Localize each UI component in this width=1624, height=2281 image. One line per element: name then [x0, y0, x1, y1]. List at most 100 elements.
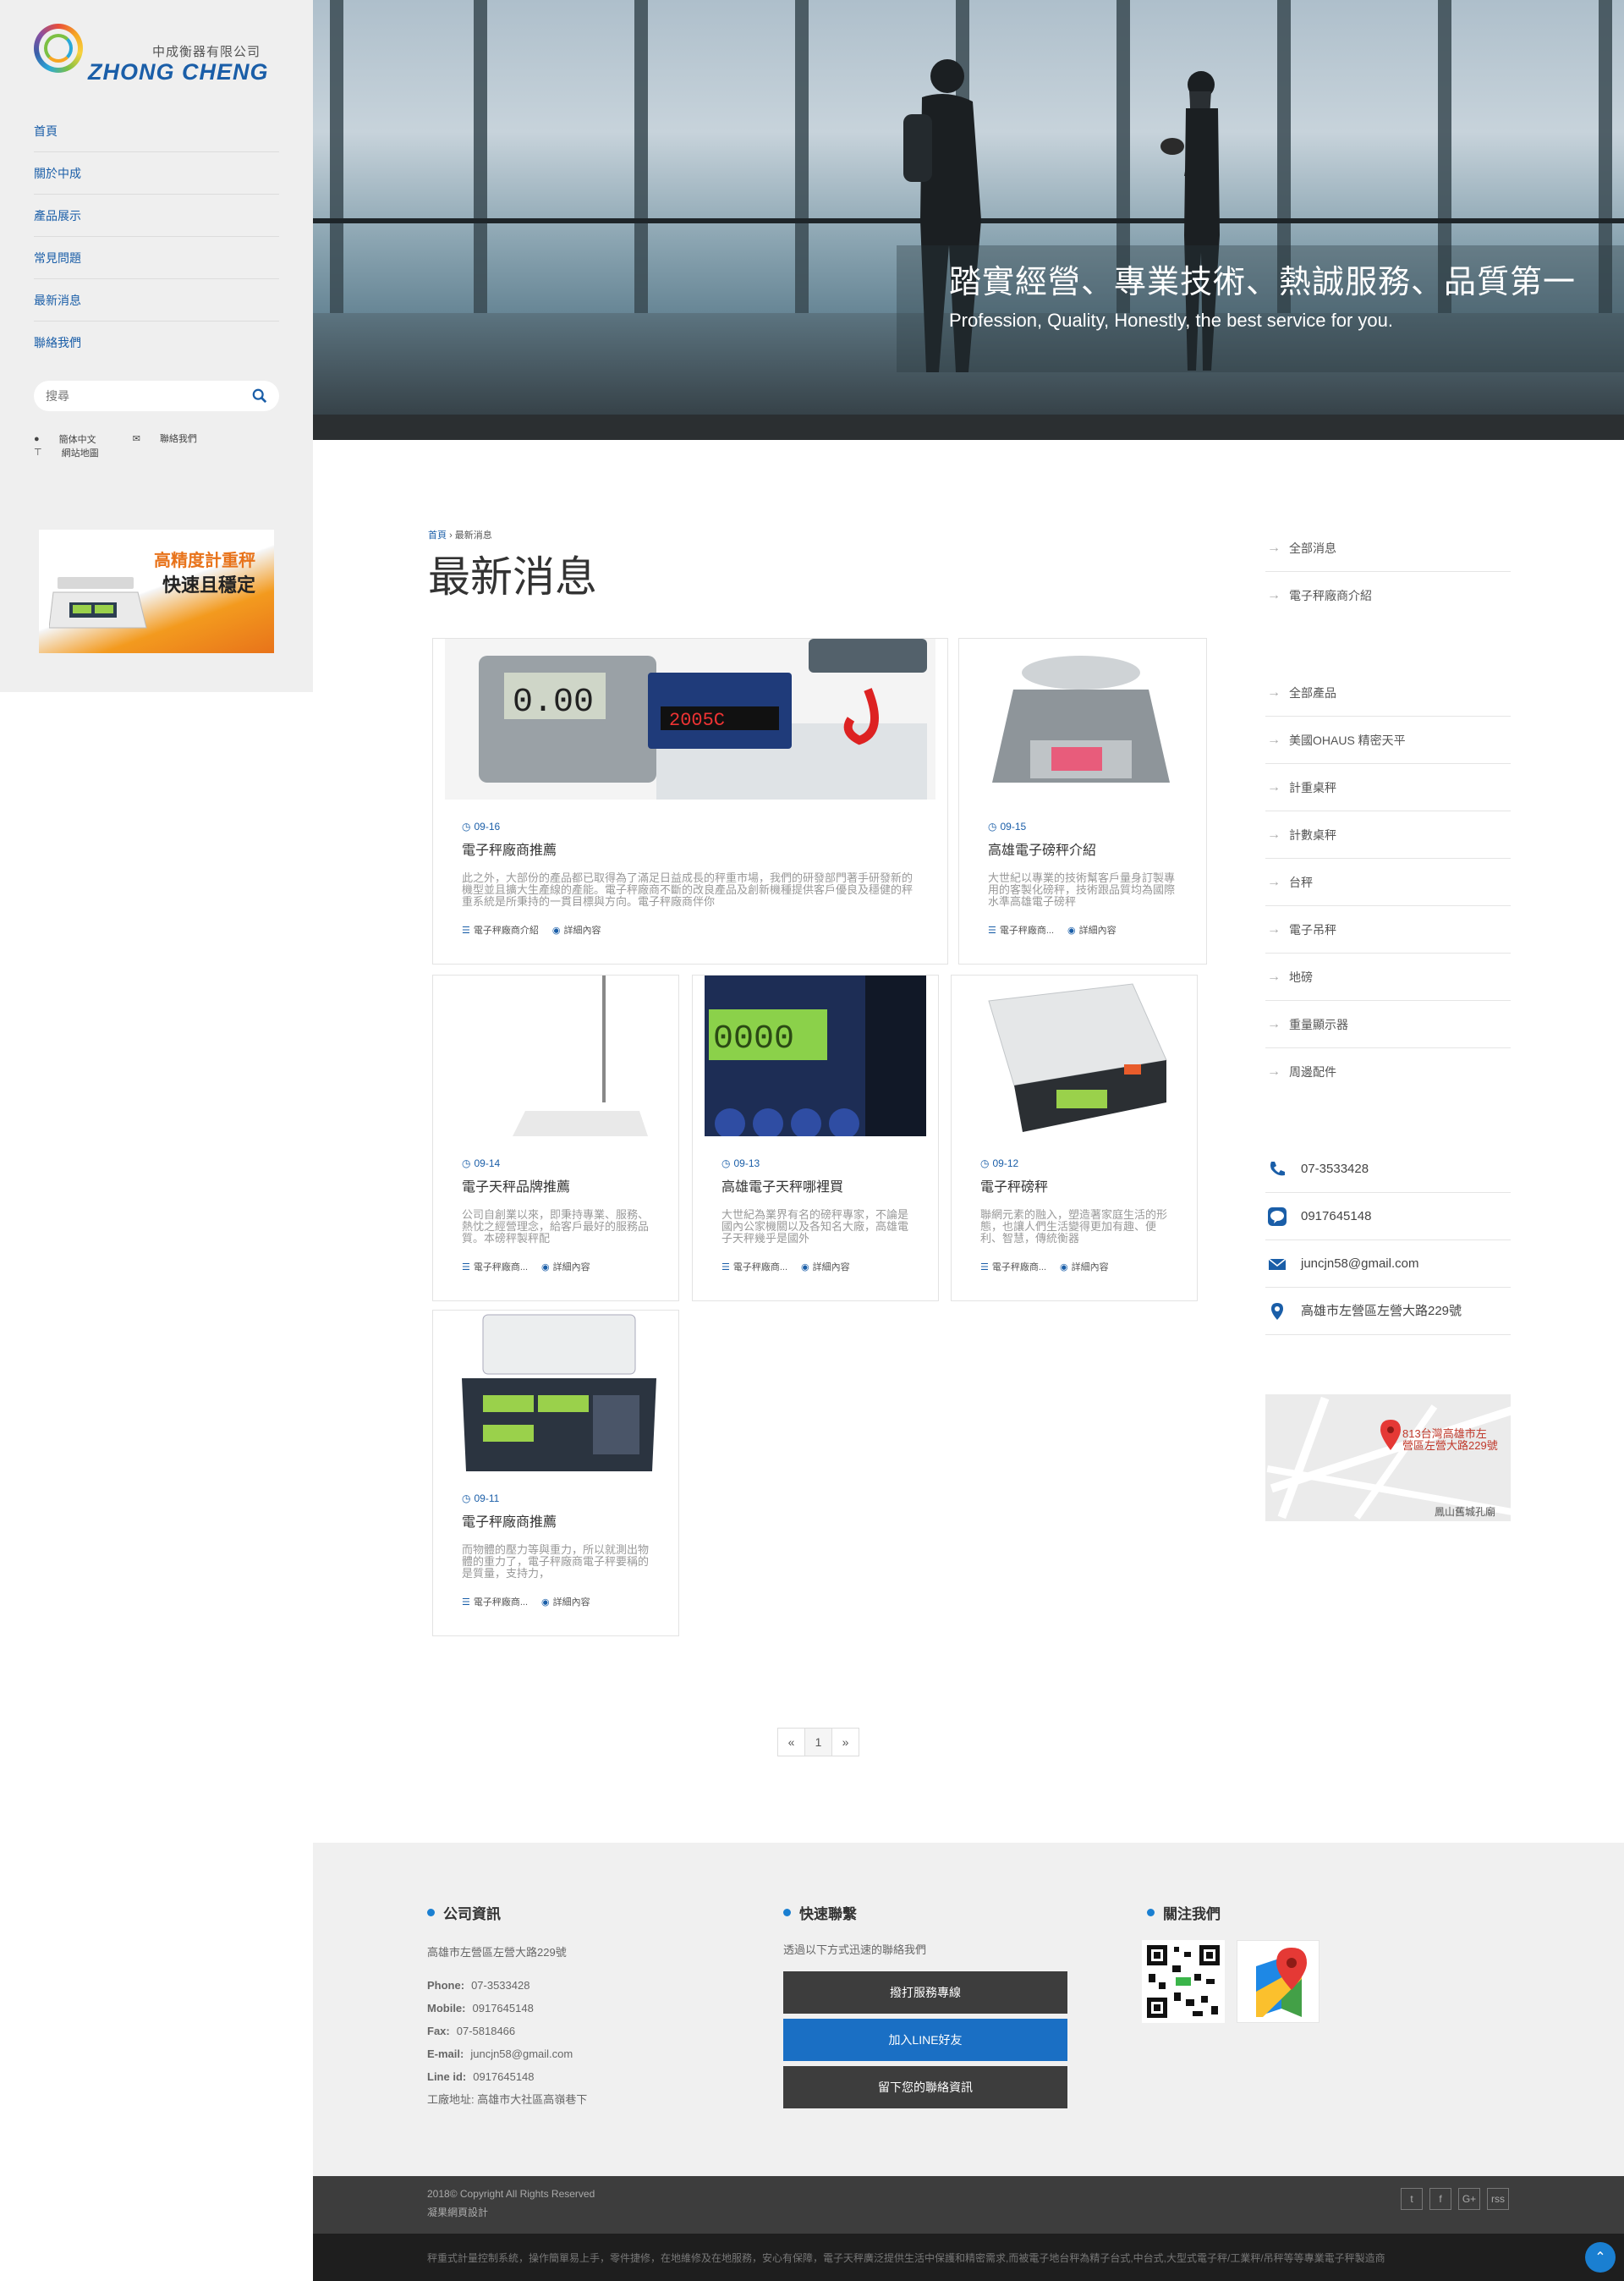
pagination-next[interactable]: »	[831, 1728, 859, 1756]
article-excerpt: 大世紀為業界有名的磅秤專家，不論是國內公家機關以及各知名大廠，高雄電子天秤幾乎是…	[721, 1209, 909, 1245]
search-input[interactable]	[46, 381, 240, 411]
contact-phone[interactable]: 07-3533428	[1265, 1146, 1511, 1193]
language-link[interactable]: ● 簡体中文	[34, 432, 113, 446]
svg-text:0000: 0000	[713, 1020, 794, 1058]
eye-icon: ◉	[551, 925, 561, 936]
product-category-item[interactable]: 全部產品	[1265, 669, 1511, 717]
article-title[interactable]: 電子秤廠商推薦	[462, 838, 557, 859]
footer-fax: 07-5818466	[456, 2025, 516, 2037]
article-more-link[interactable]: ◉ 詳細內容	[1060, 1260, 1109, 1273]
article-category-link[interactable]: ☰ 電子秤廠商介紹	[462, 923, 539, 937]
article-card[interactable]: 0000 ◷ 09-13 高雄電子天秤哪裡買 大世紀為業界有名的磅秤專家，不論是國…	[692, 975, 939, 1301]
article-title[interactable]: 電子天秤品牌推薦	[462, 1175, 570, 1195]
location-map[interactable]: 813台灣高雄市左 營區左營大路229號 鳳山舊城孔廟	[1265, 1394, 1511, 1521]
article-image: 0.00 2005C	[445, 639, 935, 800]
article-category-link[interactable]: ☰ 電子秤廠商...	[988, 923, 1054, 937]
product-category-item[interactable]: 計重桌秤	[1265, 764, 1511, 811]
article-excerpt: 聯網元素的融入，塑造著家庭生活的形態，也讓人們生活變得更加有趣、便利、智慧，傳統…	[980, 1209, 1168, 1245]
contact-email[interactable]: juncjn58@gmail.com	[1265, 1240, 1511, 1288]
article-title[interactable]: 高雄電子磅秤介紹	[988, 838, 1096, 859]
promo-banner[interactable]: 高精度計重秤 快速且穩定	[39, 530, 274, 653]
footer-company-info: 高雄市左營區左營大路229號 Phone: 07-3533428 Mobile: 0…	[427, 1946, 588, 2106]
add-line-friend-button[interactable]: 加入LINE好友	[783, 2019, 1067, 2061]
facebook-icon[interactable]: f	[1429, 2188, 1451, 2210]
product-category-item[interactable]: 美國OHAUS 精密天平	[1265, 717, 1511, 764]
footer-company-title: 公司資訊	[427, 1902, 501, 1923]
logo[interactable]: 中成衡器有限公司 ZHONG CHENG	[34, 24, 271, 90]
line-qr-code[interactable]	[1142, 1940, 1225, 2023]
article-title[interactable]: 電子秤磅秤	[980, 1175, 1048, 1195]
article-card[interactable]: 0.00 2005C ◷ 09-16 電子秤廠商推薦 此之外，大部份的產品都已取得…	[432, 638, 948, 965]
pagination: « 1 »	[777, 1728, 859, 1756]
back-to-top-button[interactable]: ⌃	[1585, 2242, 1616, 2273]
product-category-item[interactable]: 台秤	[1265, 859, 1511, 906]
hero-banner: 踏實經營、專業技術、熱誠服務、品質第一 Profession, Quality,…	[313, 0, 1624, 440]
article-category-link[interactable]: ☰ 電子秤廠商...	[462, 1260, 528, 1273]
seo-text: 秤重式計量控制系統，操作簡單易上手，零件捷修，在地維修及在地服務，安心有保障，電…	[427, 2252, 1385, 2264]
line-icon	[1268, 1207, 1287, 1226]
google-maps-button[interactable]	[1237, 1940, 1320, 2023]
footer-mobile[interactable]: 0917645148	[473, 2002, 534, 2014]
list-icon: ☰	[980, 1261, 989, 1272]
google-plus-icon[interactable]: G+	[1458, 2188, 1480, 2210]
call-service-button[interactable]: 撥打服務專線	[783, 1971, 1067, 2014]
nav-item-faq[interactable]: 常見問題	[34, 237, 279, 279]
footer-quick-title: 快速聯繫	[783, 1902, 857, 1923]
article-more-link[interactable]: ◉ 詳細內容	[801, 1260, 850, 1273]
article-date: ◷ 09-11	[462, 1492, 500, 1504]
footer-phone[interactable]: 07-3533428	[471, 1979, 529, 1992]
footer-factory: 高雄市大社區高嶺巷下	[477, 2093, 588, 2106]
news-category-list: 全部消息 電子秤廠商介紹	[1265, 525, 1511, 619]
designer-credit[interactable]: 凝果網頁設計	[427, 2205, 488, 2219]
nav-item-news[interactable]: 最新消息	[34, 279, 279, 322]
page-title: 最新消息	[428, 553, 597, 601]
footer-email[interactable]: juncjn58@gmail.com	[470, 2047, 573, 2060]
footer: 公司資訊 高雄市左營區左營大路229號 Phone: 07-3533428 Mob…	[313, 1843, 1624, 2176]
product-category-item[interactable]: 計數桌秤	[1265, 811, 1511, 859]
sitemap-link[interactable]: ⊤ 網站地圖	[34, 446, 116, 459]
article-title[interactable]: 高雄電子天秤哪裡買	[721, 1175, 843, 1195]
contact-link[interactable]: ✉ 聯絡我們	[133, 431, 214, 445]
product-category-item[interactable]: 周邊配件	[1265, 1048, 1511, 1096]
article-excerpt: 公司自創業以來，即秉持專業、服務、熱忱之經營理念，給客戶最好的服務品質。本磅秤製…	[462, 1209, 650, 1245]
nav-item-products[interactable]: 產品展示	[34, 195, 279, 237]
nav-item-about[interactable]: 關於中成	[34, 152, 279, 195]
contact-line[interactable]: 0917645148	[1265, 1193, 1511, 1240]
product-category-item[interactable]: 地磅	[1265, 954, 1511, 1001]
pagination-prev[interactable]: «	[777, 1728, 805, 1756]
contact-list: 07-3533428 0917645148 juncjn58@gmail.com…	[1265, 1146, 1511, 1335]
list-icon: ☰	[462, 1261, 470, 1272]
article-card[interactable]: ◷ 09-14 電子天秤品牌推薦 公司自創業以來，即秉持專業、服務、熱忱之經營理念…	[432, 975, 679, 1301]
rss-icon[interactable]: rss	[1487, 2188, 1509, 2210]
article-card[interactable]: ◷ 09-15 高雄電子磅秤介紹 大世紀以專業的技術幫客戶量身訂製專用的客製化磅秤…	[958, 638, 1207, 965]
article-card[interactable]: ◷ 09-12 電子秤磅秤 聯網元素的融入，塑造著家庭生活的形態，也讓人們生活變得…	[951, 975, 1198, 1301]
article-more-link[interactable]: ◉ 詳細內容	[1067, 923, 1116, 937]
footer-quick-text: 透過以下方式迅速的聯絡我們	[783, 1943, 927, 1956]
article-more-link[interactable]: ◉ 詳細內容	[552, 923, 601, 937]
article-card[interactable]: ◷ 09-11 電子秤廠商推薦 而物體的壓力等與重力，所以就測出物體的重力了，電子…	[432, 1310, 679, 1636]
svg-text:2005C: 2005C	[669, 710, 725, 731]
news-category-all[interactable]: 全部消息	[1265, 525, 1511, 572]
article-category-link[interactable]: ☰ 電子秤廠商...	[980, 1260, 1046, 1273]
clock-icon: ◷	[462, 821, 471, 833]
news-category-vendor[interactable]: 電子秤廠商介紹	[1265, 572, 1511, 619]
product-category-item[interactable]: 重量顯示器	[1265, 1001, 1511, 1048]
nav-item-contact[interactable]: 聯絡我們	[34, 322, 279, 364]
breadcrumb-home[interactable]: 首頁	[428, 530, 447, 541]
search-icon[interactable]	[252, 388, 267, 404]
map-pin-icon	[1271, 1303, 1283, 1320]
product-category-item[interactable]: 電子吊秤	[1265, 906, 1511, 954]
article-more-link[interactable]: ◉ 詳細內容	[541, 1595, 590, 1608]
contact-address[interactable]: 高雄市左營區左營大路229號	[1265, 1288, 1511, 1335]
article-category-link[interactable]: ☰ 電子秤廠商...	[721, 1260, 787, 1273]
article-more-link[interactable]: ◉ 詳細內容	[541, 1260, 590, 1273]
breadcrumb-separator-icon: ›	[449, 530, 455, 541]
nav-item-home[interactable]: 首頁	[34, 110, 279, 152]
article-category-link[interactable]: ☰ 電子秤廠商...	[462, 1595, 528, 1608]
article-title[interactable]: 電子秤廠商推薦	[462, 1510, 557, 1531]
article-image	[445, 1311, 667, 1471]
pagination-page[interactable]: 1	[804, 1728, 832, 1756]
clock-icon: ◷	[721, 1157, 731, 1169]
leave-contact-button[interactable]: 留下您的聯絡資訊	[783, 2066, 1067, 2108]
twitter-icon[interactable]: t	[1401, 2188, 1423, 2210]
